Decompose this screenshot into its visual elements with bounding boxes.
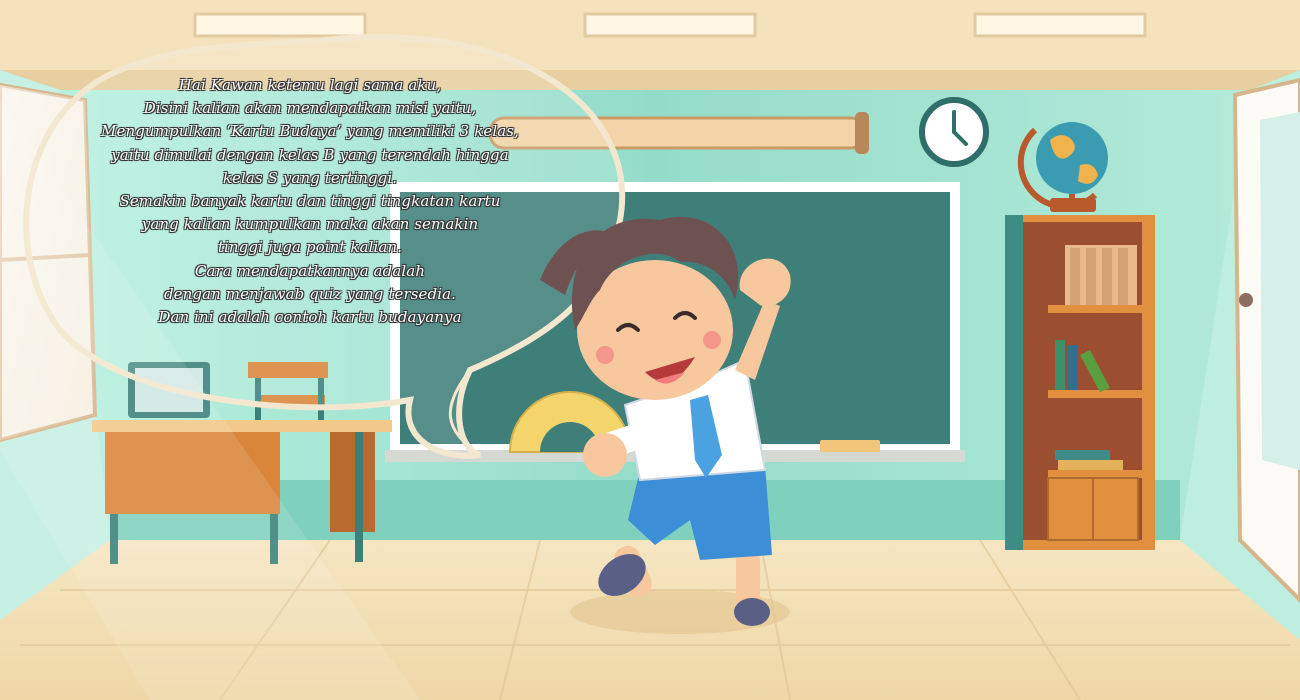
clock-icon [919, 97, 989, 167]
speech-line: tinggi juga point kalian. [217, 238, 403, 257]
speech-line: Hai Kawan ketemu lagi sama aku, [178, 76, 442, 94]
speech-text: Hai Kawan ketemu lagi sama aku, Disini k… [60, 74, 560, 329]
speech-line: Cara mendapatkannya adalah [194, 261, 426, 280]
bookshelf [1005, 215, 1155, 550]
speech-line: Dan ini adalah contoh kartu budayanya [158, 308, 462, 327]
speech-line: Mengumpulkan ‘Kartu Budaya’ yang memilik… [101, 122, 519, 141]
speech-line: kelas S yang tertinggi. [222, 168, 398, 187]
speech-line: Semakin banyak kartu dan tinggi tingkata… [119, 192, 501, 211]
speech-line: yang kalian kumpulkan maka akan semakin [141, 215, 479, 234]
speech-line: yaitu dimulai dengan kelas B yang terend… [111, 145, 509, 164]
speech-line: dengan menjawab quiz yang tersedia. [163, 284, 457, 303]
speech-line: Disini kalian akan mendapatkan misi yait… [143, 99, 477, 118]
